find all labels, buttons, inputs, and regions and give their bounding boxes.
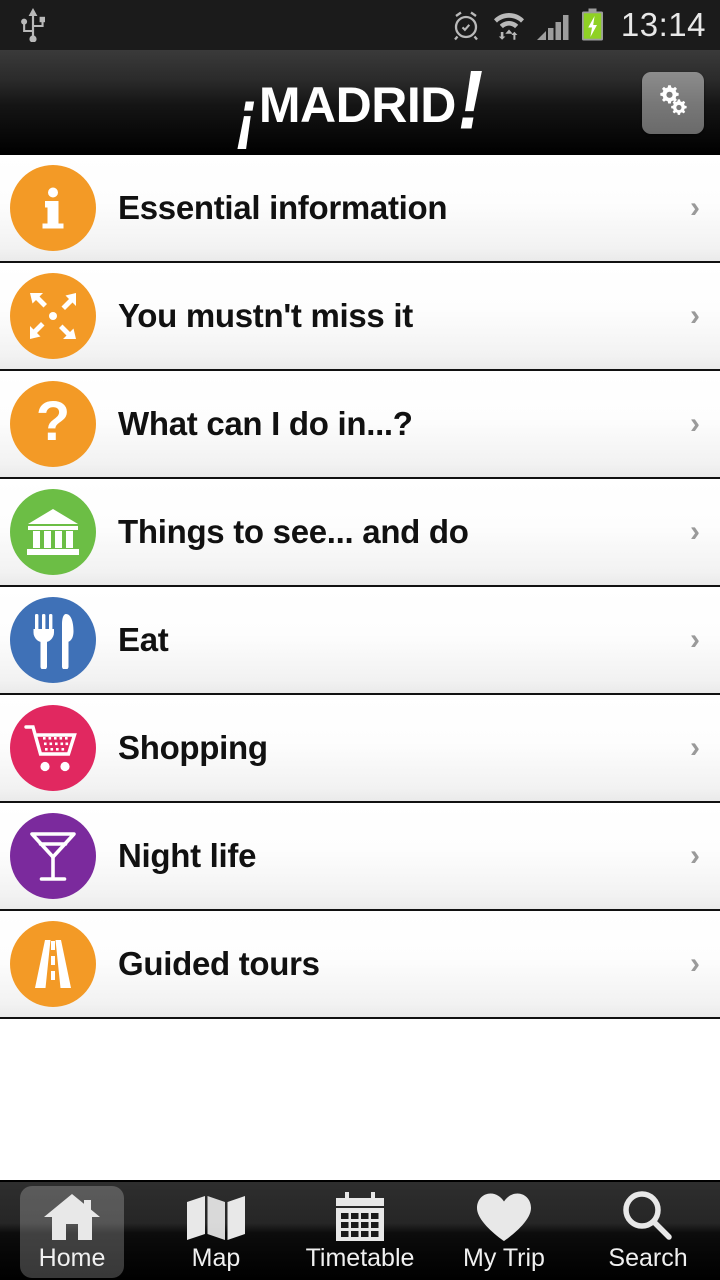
tab-search[interactable]: Search [576,1182,720,1280]
calendar-icon [334,1190,386,1242]
chevron-right-icon: › [690,407,700,440]
settings-button[interactable] [642,71,704,134]
menu-item-label: What can I do in...? [118,405,413,442]
chevron-right-icon: › [690,191,700,224]
main-menu-list: Essential information › You mustn't miss… [0,155,720,1019]
museum-building-icon [10,489,96,575]
info-icon [10,165,96,251]
tab-label: My Trip [463,1243,545,1272]
chevron-right-icon: › [690,731,700,764]
app-screen: 13:14 ¡ MADRID ! Essential information ›… [0,0,720,1280]
signal-bars-icon [536,9,570,41]
menu-item-guided-tours[interactable]: Guided tours › [0,911,720,1019]
bottom-tab-bar: Home Map Timetable My Trip Search [0,1180,720,1280]
wifi-data-transfer-icon [493,8,525,42]
gears-icon [653,80,693,125]
chevron-right-icon: › [690,839,700,872]
tab-my-trip[interactable]: My Trip [432,1182,576,1280]
status-bar: 13:14 [0,0,720,50]
shopping-cart-icon [10,705,96,791]
menu-item-you-mustnt-miss-it[interactable]: You mustn't miss it › [0,263,720,371]
logo-wordmark: MADRID [258,76,456,133]
tab-label: Home [38,1243,106,1272]
tab-label: Timetable [305,1243,415,1272]
battery-charging-icon [581,8,604,42]
menu-item-essential-information[interactable]: Essential information › [0,155,720,263]
tab-home[interactable]: Home [0,1182,144,1280]
menu-item-eat[interactable]: Eat › [0,587,720,695]
tab-label: Search [608,1243,688,1272]
status-bar-left [20,8,46,42]
menu-item-shopping[interactable]: Shopping › [0,695,720,803]
status-bar-right: 13:14 [450,6,706,44]
tab-map[interactable]: Map [144,1182,288,1280]
converging-arrows-icon [10,273,96,359]
menu-item-label: Things to see... and do [118,513,469,550]
magnifier-icon [621,1190,675,1242]
heart-icon [475,1190,533,1242]
tab-label: Map [191,1243,241,1272]
chevron-right-icon: › [690,623,700,656]
menu-item-what-can-i-do-in[interactable]: ? What can I do in...? › [0,371,720,479]
logo-inverted-exclamation: ¡ [236,75,257,153]
madrid-logo: ¡ MADRID ! [237,58,483,148]
usb-icon [20,8,46,42]
cocktail-glass-icon [10,813,96,899]
menu-item-label: Eat [118,621,169,658]
question-mark-icon: ? [10,381,96,467]
menu-item-label: Night life [118,837,257,874]
svg-text:?: ? [36,395,70,452]
app-header: ¡ MADRID ! [0,50,720,155]
menu-item-label: Essential information [118,189,448,226]
road-icon [10,921,96,1007]
empty-space [0,1019,720,1177]
menu-item-night-life[interactable]: Night life › [0,803,720,911]
chevron-right-icon: › [690,947,700,980]
house-icon [43,1190,101,1242]
logo-exclamation: ! [457,53,484,147]
chevron-right-icon: › [690,515,700,548]
chevron-right-icon: › [690,299,700,332]
menu-item-label: You mustn't miss it [118,297,413,334]
menu-item-label: Shopping [118,729,268,766]
menu-item-label: Guided tours [118,945,320,982]
menu-item-things-to-see-and-do[interactable]: Things to see... and do › [0,479,720,587]
alarm-clock-icon [450,9,482,41]
fork-knife-icon [10,597,96,683]
tab-timetable[interactable]: Timetable [288,1182,432,1280]
folded-map-icon [186,1190,246,1242]
status-bar-clock: 13:14 [620,6,706,43]
